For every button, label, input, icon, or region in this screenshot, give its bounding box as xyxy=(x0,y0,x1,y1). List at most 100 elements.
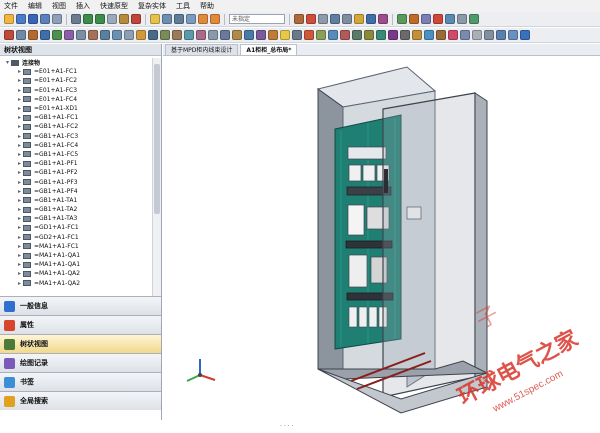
tree-item[interactable]: ▸ =GB1+A1-FC1 xyxy=(0,113,152,122)
nav-panel-tree-view[interactable]: 树状视图 xyxy=(0,334,161,353)
expand-icon[interactable]: ▸ xyxy=(16,206,23,213)
expand-icon[interactable]: ▸ xyxy=(16,151,23,158)
menu-insert[interactable]: 插入 xyxy=(76,1,90,11)
expand-icon[interactable]: ▸ xyxy=(16,96,23,103)
expand-icon[interactable]: ▸ xyxy=(16,252,23,259)
menu-help[interactable]: 帮助 xyxy=(200,1,214,11)
menu-view[interactable]: 视图 xyxy=(52,1,66,11)
fillet-icon[interactable] xyxy=(100,30,110,40)
tree-item[interactable]: ▸ =GB1+A1-FC2 xyxy=(0,122,152,131)
unfold-icon[interactable] xyxy=(232,30,242,40)
camera-icon[interactable] xyxy=(292,30,302,40)
view-iso-icon[interactable] xyxy=(508,30,518,40)
open-icon[interactable] xyxy=(16,14,26,24)
harness-icon[interactable] xyxy=(421,14,431,24)
hole-icon[interactable] xyxy=(148,30,158,40)
bom-icon[interactable] xyxy=(352,30,362,40)
sweep-icon[interactable] xyxy=(184,30,194,40)
tree-item[interactable]: ▸ =GD1+A1-FC1 xyxy=(0,223,152,232)
expand-icon[interactable]: ▸ xyxy=(16,179,23,186)
check-icon[interactable] xyxy=(469,14,479,24)
expand-icon[interactable]: ▸ xyxy=(16,133,23,140)
zoom-icon[interactable] xyxy=(186,14,196,24)
tree-item[interactable]: ▸ =MA1+A1-QA2 xyxy=(0,279,152,288)
cut-extrude-icon[interactable] xyxy=(88,30,98,40)
pencil-icon[interactable] xyxy=(354,14,364,24)
tree-item[interactable]: ▸ =MA1+A1-QA2 xyxy=(0,269,152,278)
expand-icon[interactable]: ▸ xyxy=(16,243,23,250)
nav-panel-properties[interactable]: 属性 xyxy=(0,315,161,334)
explode-icon[interactable] xyxy=(340,30,350,40)
rect-icon[interactable] xyxy=(40,30,50,40)
dimension-icon[interactable] xyxy=(330,14,340,24)
brush-icon[interactable] xyxy=(436,30,446,40)
shell-icon[interactable] xyxy=(160,30,170,40)
measure-icon[interactable] xyxy=(294,14,304,24)
tree-item[interactable]: ▸ =GB1+A1-TA3 xyxy=(0,214,152,223)
help-icon[interactable] xyxy=(520,30,530,40)
grid-icon[interactable] xyxy=(318,14,328,24)
chamfer-icon[interactable] xyxy=(112,30,122,40)
menu-quick-prototype[interactable]: 快速原型 xyxy=(100,1,128,11)
snap-icon[interactable] xyxy=(306,14,316,24)
scrollbar-thumb[interactable] xyxy=(154,64,160,214)
3d-viewport[interactable]: 子 环球电气之家 www.51spec.com xyxy=(163,57,600,420)
tree-item[interactable]: ▸ =MA1+A1-QA1 xyxy=(0,251,152,260)
connector-icon[interactable] xyxy=(409,14,419,24)
expand-icon[interactable]: ▸ xyxy=(16,270,23,277)
extrude-icon[interactable] xyxy=(76,30,86,40)
menu-complex-entity[interactable]: 复杂实体 xyxy=(138,1,166,11)
expand-icon[interactable]: ▸ xyxy=(16,87,23,94)
shade-icon[interactable] xyxy=(460,30,470,40)
rotate-icon[interactable] xyxy=(174,14,184,24)
expand-icon[interactable]: ▸ xyxy=(16,105,23,112)
expand-icon[interactable]: ▸ xyxy=(16,188,23,195)
expand-icon[interactable]: ▸ xyxy=(16,197,23,204)
export-icon[interactable] xyxy=(376,30,386,40)
tree-item[interactable]: ▸ =E01+A1-XD1 xyxy=(0,104,152,113)
loft-icon[interactable] xyxy=(196,30,206,40)
copy-icon[interactable] xyxy=(107,14,117,24)
tab-cabinet-layout[interactable]: A1柜柜_总布局* xyxy=(240,44,298,55)
mirror-icon[interactable] xyxy=(124,30,134,40)
paste-icon[interactable] xyxy=(119,14,129,24)
hidden-line-icon[interactable] xyxy=(484,30,494,40)
wireframe-icon[interactable] xyxy=(472,30,482,40)
link-icon[interactable] xyxy=(457,14,467,24)
close-icon[interactable] xyxy=(4,30,14,40)
tree-item[interactable]: ▸ =GB1+A1-PF1 xyxy=(0,159,152,168)
circle-icon[interactable] xyxy=(52,30,62,40)
select-icon[interactable] xyxy=(150,14,160,24)
lightbulb-icon[interactable] xyxy=(280,30,290,40)
delete-icon[interactable] xyxy=(131,14,141,24)
expand-icon[interactable]: ▸ xyxy=(16,77,23,84)
expand-icon[interactable]: ▸ xyxy=(16,261,23,268)
tree-root-node[interactable]: ▾ 连接物 xyxy=(0,58,152,67)
render-icon[interactable] xyxy=(304,30,314,40)
expand-icon[interactable]: ▸ xyxy=(16,160,23,167)
rib-icon[interactable] xyxy=(172,30,182,40)
expand-icon[interactable]: ▸ xyxy=(16,224,23,231)
library-icon[interactable] xyxy=(412,30,422,40)
arc-icon[interactable] xyxy=(28,30,38,40)
tree-item[interactable]: ▸ =GB1+A1-PF2 xyxy=(0,168,152,177)
tree-item[interactable]: ▸ =E01+A1-FC1 xyxy=(0,67,152,76)
polygon-icon[interactable] xyxy=(64,30,74,40)
menu-edit[interactable]: 编辑 xyxy=(28,1,42,11)
tree-item[interactable]: ▸ =GB1+A1-FC3 xyxy=(0,132,152,141)
tree-item[interactable]: ▸ =E01+A1-FC2 xyxy=(0,76,152,85)
bundle-icon[interactable] xyxy=(445,14,455,24)
expand-icon[interactable]: ▸ xyxy=(16,215,23,222)
menu-file[interactable]: 文件 xyxy=(4,1,18,11)
cut-icon[interactable] xyxy=(71,14,81,24)
save-icon[interactable] xyxy=(28,14,38,24)
color-icon[interactable] xyxy=(448,30,458,40)
line-icon[interactable] xyxy=(16,30,26,40)
import-icon[interactable] xyxy=(388,30,398,40)
expand-icon[interactable]: ▸ xyxy=(16,114,23,121)
redo-icon[interactable] xyxy=(95,14,105,24)
collapse-icon[interactable]: ▾ xyxy=(4,59,11,66)
tree-item[interactable]: ▸ =GB1+A1-FC5 xyxy=(0,150,152,159)
mate-icon[interactable] xyxy=(256,30,266,40)
catalog-icon[interactable] xyxy=(424,30,434,40)
